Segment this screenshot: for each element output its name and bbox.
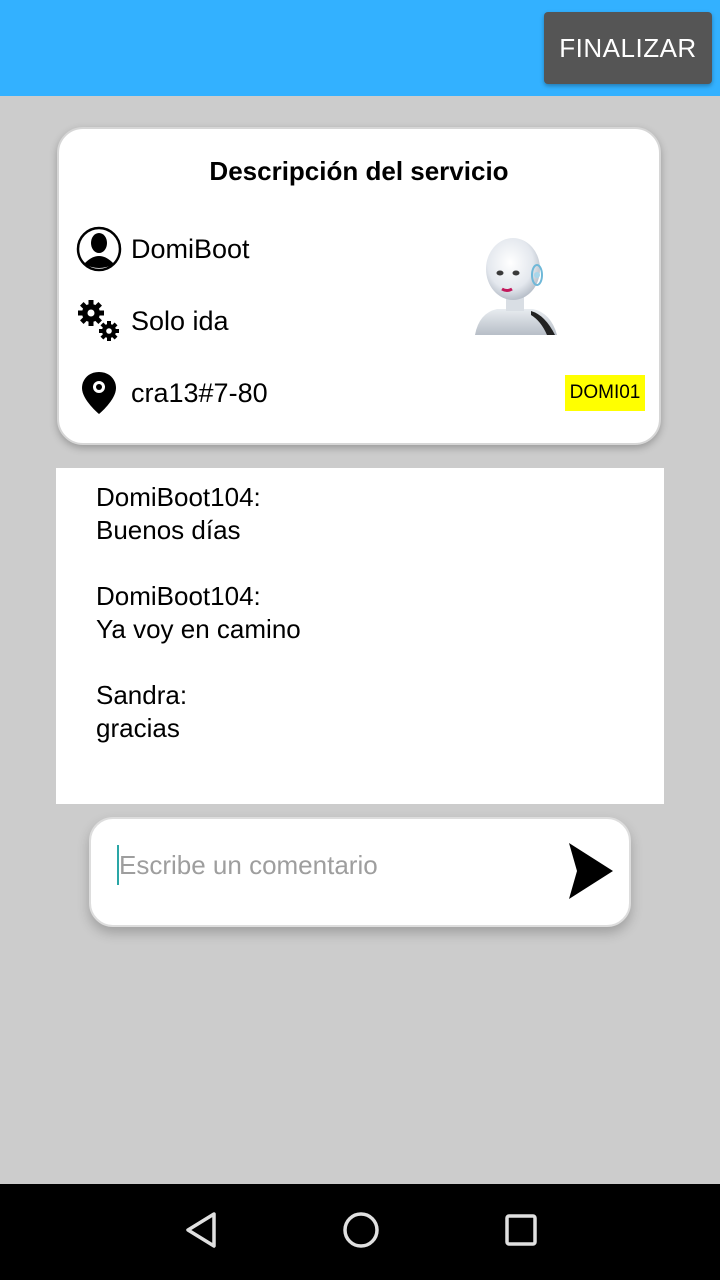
gears-icon <box>75 297 123 345</box>
finalize-button[interactable]: FINALIZAR <box>544 12 712 84</box>
message-author: Sandra: <box>96 680 188 710</box>
send-button[interactable] <box>563 839 619 907</box>
card-title: Descripción del servicio <box>209 156 509 186</box>
message-author: DomiBoot104: <box>96 581 261 611</box>
back-button[interactable] <box>177 1208 225 1256</box>
location-pin-icon <box>75 369 123 417</box>
chat-message: DomiBoot104: Ya voy en camino <box>96 580 624 646</box>
system-nav-bar <box>0 1184 720 1280</box>
chat-message: Sandra: gracias <box>96 679 624 745</box>
message-author: DomiBoot104: <box>96 482 261 512</box>
back-icon <box>181 1210 221 1255</box>
send-icon <box>567 839 615 908</box>
message-text: Buenos días <box>96 515 241 545</box>
user-row: DomiBoot <box>75 225 250 273</box>
app-bar: FINALIZAR <box>0 0 720 96</box>
user-name: DomiBoot <box>131 233 250 264</box>
recents-button[interactable] <box>497 1208 545 1256</box>
home-button[interactable] <box>337 1208 385 1256</box>
robot-avatar <box>471 235 559 335</box>
message-text: Ya voy en camino <box>96 614 301 644</box>
service-type: Solo ida <box>131 305 229 336</box>
chat-panel[interactable]: DomiBoot104: Buenos días DomiBoot104: Ya… <box>56 468 664 804</box>
service-code-badge: DOMI01 <box>565 375 645 411</box>
message-text: gracias <box>96 713 180 743</box>
comment-input[interactable] <box>117 845 549 885</box>
address-row: cra13#7-80 <box>75 369 268 417</box>
chat-message: DomiBoot104: Buenos días <box>96 481 624 547</box>
recents-icon <box>501 1210 541 1255</box>
service-description-card: Descripción del servicio DomiBoot Solo i… <box>57 127 661 445</box>
screen: FINALIZAR Descripción del servicio DomiB… <box>0 0 720 1280</box>
address: cra13#7-80 <box>131 377 268 408</box>
comment-box <box>89 817 631 927</box>
service-type-row: Solo ida <box>75 297 229 345</box>
home-icon <box>341 1210 381 1255</box>
person-icon <box>75 225 123 273</box>
